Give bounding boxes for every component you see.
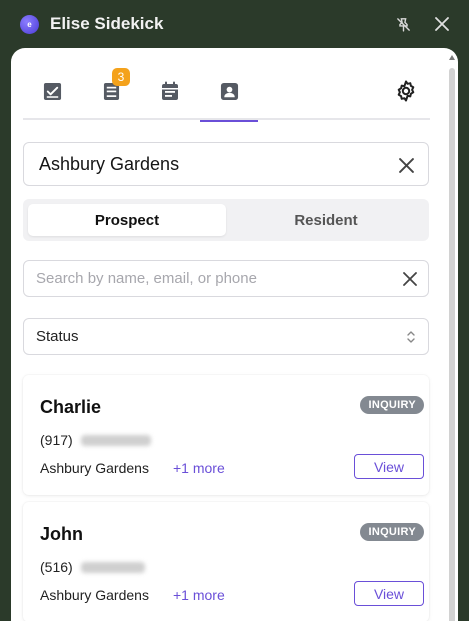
scrollbar[interactable]	[444, 48, 458, 621]
contact-property: Ashbury Gardens	[40, 587, 149, 603]
redacted-phone	[80, 561, 145, 573]
view-button[interactable]: View	[354, 581, 424, 606]
scrollbar-thumb[interactable]	[449, 68, 455, 621]
close-icon[interactable]	[432, 14, 452, 34]
contact-card-icon	[220, 82, 238, 100]
property-value: Ashbury Gardens	[39, 153, 180, 174]
property-field[interactable]: Ashbury Gardens	[23, 142, 429, 186]
contact-name: John	[40, 524, 83, 544]
view-button[interactable]: View	[354, 454, 424, 479]
contact-name: Charlie	[40, 397, 102, 417]
app-logo: e	[20, 14, 39, 34]
status-placeholder: Status	[36, 328, 79, 345]
settings-button[interactable]	[391, 76, 421, 106]
tab-messages[interactable]: 3	[82, 62, 140, 120]
sidekick-panel: 3 Ashbury Gardens Prospect Resident Sear…	[11, 48, 458, 621]
tab-calendar[interactable]	[141, 62, 199, 120]
tab-tasks[interactable]	[23, 62, 81, 120]
segment-prospect[interactable]: Prospect	[28, 204, 226, 236]
search-input[interactable]	[36, 270, 366, 287]
tab-contacts[interactable]	[200, 62, 258, 122]
checkbox-icon	[43, 82, 61, 100]
contact-card[interactable]: Charlie INQUIRY (917) Ashbury Gardens +1…	[23, 375, 429, 495]
segment-resident[interactable]: Resident	[227, 204, 425, 236]
search-field	[23, 260, 429, 297]
contact-phone: (516)	[40, 559, 145, 575]
more-properties-link[interactable]: +1 more	[173, 587, 225, 603]
phone-area-code: (516)	[40, 559, 73, 575]
search-clear-icon[interactable]	[401, 270, 419, 288]
prospect-resident-toggle: Prospect Resident	[23, 199, 429, 241]
pin-off-icon[interactable]	[393, 14, 413, 34]
contact-property: Ashbury Gardens	[40, 460, 149, 476]
more-properties-link[interactable]: +1 more	[173, 460, 225, 476]
contact-phone: (917)	[40, 432, 151, 448]
tab-bar: 3	[23, 62, 430, 122]
calendar-icon	[162, 81, 178, 100]
status-badge: INQUIRY	[360, 396, 424, 414]
redacted-phone	[80, 434, 151, 446]
status-select[interactable]: Status	[23, 318, 429, 355]
phone-area-code: (917)	[40, 432, 73, 448]
app-title: Elise Sidekick	[50, 14, 164, 33]
clear-icon[interactable]	[396, 155, 416, 175]
status-badge: INQUIRY	[360, 523, 424, 541]
contact-card[interactable]: John INQUIRY (516) Ashbury Gardens +1 mo…	[23, 502, 429, 621]
notification-badge: 3	[112, 68, 130, 86]
select-arrows-icon	[407, 331, 415, 343]
gear-icon	[397, 80, 415, 102]
scroll-up-arrow[interactable]	[449, 55, 455, 60]
